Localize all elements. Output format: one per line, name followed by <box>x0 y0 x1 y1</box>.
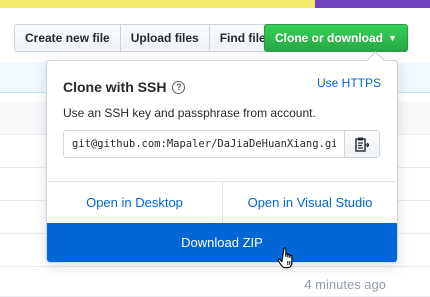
open-in-visual-studio-button[interactable]: Open in Visual Studio <box>223 182 397 223</box>
file-actions-group: Create new file Upload files Find file <box>14 24 277 52</box>
clone-title: Clone with SSH ? <box>63 79 186 95</box>
upload-files-button[interactable]: Upload files <box>119 24 210 52</box>
clone-title-text: Clone with SSH <box>63 79 167 95</box>
use-https-link[interactable]: Use HTTPS <box>317 76 381 90</box>
clone-url-field <box>63 130 380 158</box>
caret-down-icon: ▼ <box>388 33 397 43</box>
copy-to-clipboard-button[interactable] <box>344 131 379 157</box>
repo-language-bar <box>0 0 430 8</box>
clone-or-download-label: Clone or download <box>275 31 383 45</box>
language-bar-segment <box>315 0 430 8</box>
clone-description: Use an SSH key and passphrase from accou… <box>63 106 316 120</box>
clone-or-download-button[interactable]: Clone or download ▼ <box>264 24 408 52</box>
dropdown-pointer <box>366 51 385 70</box>
hand-cursor-icon <box>278 247 293 269</box>
clone-url-input[interactable] <box>64 131 344 157</box>
clipboard-icon <box>355 137 369 152</box>
help-icon[interactable]: ? <box>172 80 186 94</box>
create-new-file-button[interactable]: Create new file <box>14 24 121 52</box>
download-zip-button[interactable]: Download ZIP <box>47 223 397 262</box>
open-in-desktop-button[interactable]: Open in Desktop <box>47 182 222 223</box>
clone-dropdown: Clone with SSH ? Use HTTPS Use an SSH ke… <box>46 51 398 263</box>
commit-timestamp: 4 minutes ago <box>304 277 386 292</box>
